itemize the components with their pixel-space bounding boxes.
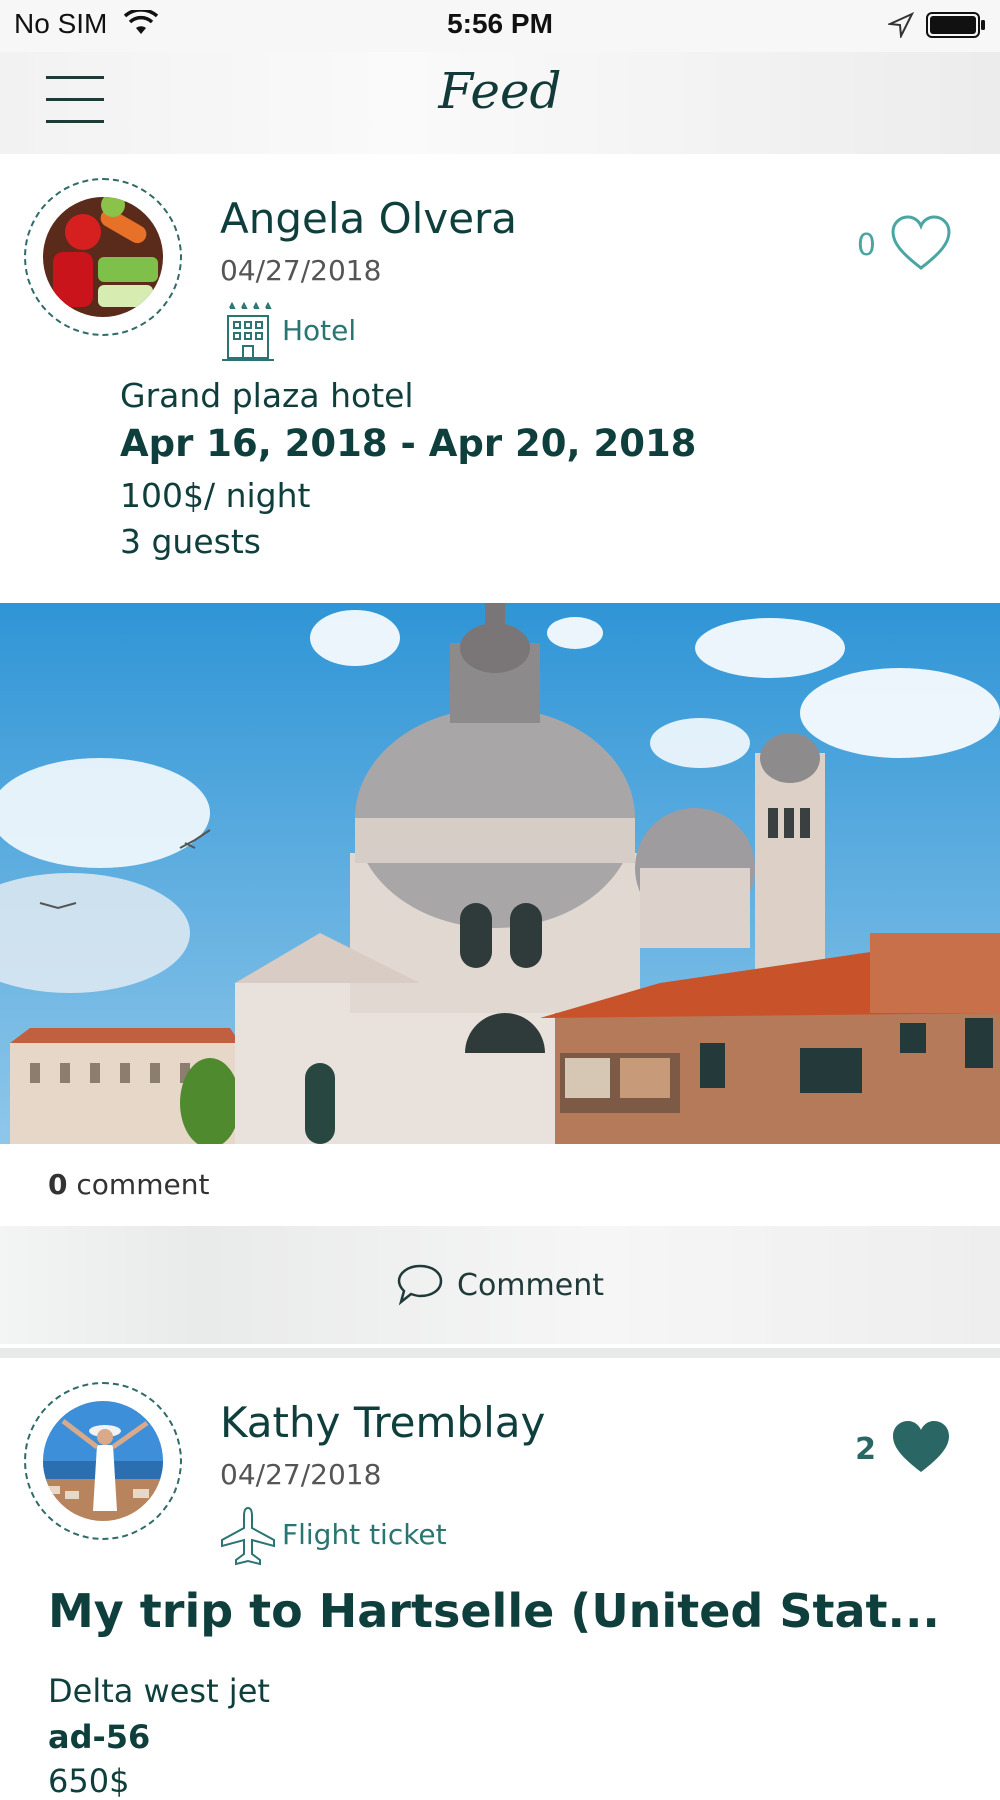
- heart-filled-icon[interactable]: [890, 1418, 952, 1476]
- avatar-vegetables-image: [43, 197, 163, 317]
- battery-icon: [926, 12, 985, 38]
- hamburger-line: [46, 120, 104, 123]
- post-date: 04/27/2018: [220, 254, 382, 287]
- category-label: Flight ticket: [282, 1518, 447, 1551]
- avatar-ring[interactable]: [24, 1382, 182, 1540]
- avatar-ring[interactable]: [24, 178, 182, 336]
- avatar: [43, 1401, 163, 1521]
- comment-button[interactable]: Comment: [0, 1226, 1000, 1344]
- airline: Delta west jet: [48, 1672, 270, 1710]
- price: 100$/ night: [120, 476, 311, 515]
- post-title[interactable]: My trip to Hartselle (United Stat...: [48, 1584, 940, 1638]
- heart-outline-icon[interactable]: [890, 214, 952, 272]
- user-name[interactable]: Angela Olvera: [220, 194, 517, 243]
- price: 650$: [48, 1762, 130, 1800]
- page-title: Feed: [438, 62, 562, 120]
- flight-code: ad-56: [48, 1718, 151, 1756]
- like-count: 2: [855, 1432, 876, 1467]
- comment-count-number: 0: [48, 1168, 68, 1201]
- category-label: Hotel: [282, 314, 357, 347]
- post-divider: [0, 1348, 1000, 1358]
- stay-dates: Apr 16, 2018 - Apr 20, 2018: [120, 422, 697, 465]
- location-arrow-icon: [888, 12, 914, 38]
- speech-bubble-icon: [397, 1264, 443, 1306]
- comment-count: 0 comment: [48, 1168, 209, 1201]
- guests: 3 guests: [120, 522, 261, 561]
- avatar-traveler-image: [43, 1401, 163, 1521]
- like-count: 0: [856, 228, 876, 263]
- status-bar: 5:56 PM No SIM: [0, 0, 1000, 52]
- hotel-icon: [222, 302, 274, 361]
- user-name[interactable]: Kathy Tremblay: [220, 1398, 545, 1447]
- comment-count-label: comment: [76, 1168, 210, 1201]
- comment-button-label: Comment: [457, 1268, 604, 1303]
- place-name: Grand plaza hotel: [120, 376, 414, 415]
- post-photo[interactable]: [0, 603, 1000, 1144]
- status-carrier: No SIM: [14, 8, 107, 40]
- airplane-icon: [221, 1506, 275, 1566]
- wifi-icon: [124, 10, 158, 34]
- post-date: 04/27/2018: [220, 1458, 382, 1491]
- carrier-label: No SIM: [14, 8, 108, 39]
- avatar: [43, 197, 163, 317]
